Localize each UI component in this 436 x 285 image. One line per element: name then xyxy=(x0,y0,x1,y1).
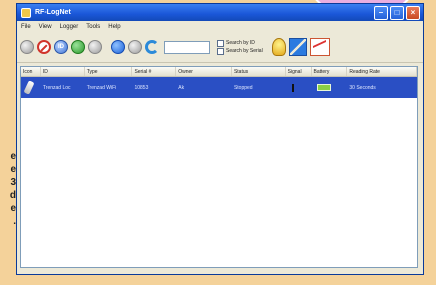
battery-icon xyxy=(316,84,331,91)
caption-char: e xyxy=(10,151,16,162)
menu-bar: File View Logger Tools Help xyxy=(17,21,423,32)
maximize-button[interactable]: □ xyxy=(390,6,404,20)
menu-view[interactable]: View xyxy=(39,24,52,30)
refresh-icon[interactable] xyxy=(145,40,159,54)
search-by-id-label: Search by ID xyxy=(226,40,255,46)
search-input[interactable] xyxy=(164,40,210,54)
col-status[interactable]: Status xyxy=(232,67,286,76)
col-serial[interactable]: Serial # xyxy=(132,67,177,76)
logger-pen-icon xyxy=(23,81,35,94)
checkbox-box[interactable] xyxy=(217,39,224,47)
transfer-arrows-icon[interactable] xyxy=(288,38,307,56)
menu-logger[interactable]: Logger xyxy=(60,24,79,30)
table-header: Icon ID Type Serial # Owner Status Signa… xyxy=(21,67,417,77)
search-by-serial-checkbox[interactable]: Search by Serial xyxy=(217,47,263,55)
start-icon[interactable] xyxy=(20,40,34,54)
toolbar: ID Search by ID Search by Serial xyxy=(17,32,423,63)
stop-icon[interactable] xyxy=(37,40,51,54)
pause-icon[interactable] xyxy=(128,40,142,54)
row-icon-cell xyxy=(21,81,41,94)
col-owner[interactable]: Owner xyxy=(176,67,232,76)
menu-file[interactable]: File xyxy=(21,24,31,30)
caption-char: . xyxy=(13,216,16,227)
app-icon xyxy=(21,7,31,18)
chart-icon[interactable] xyxy=(309,38,330,56)
caption-char: e xyxy=(10,203,16,214)
bulb-icon[interactable] xyxy=(271,38,286,56)
search-by-id-checkbox[interactable]: Search by ID xyxy=(217,39,263,47)
col-type[interactable]: Type xyxy=(85,67,133,76)
gray-status-icon[interactable] xyxy=(88,40,102,54)
menu-tools[interactable]: Tools xyxy=(86,24,100,30)
cell-battery xyxy=(312,84,348,91)
id-icon[interactable]: ID xyxy=(54,40,68,54)
menu-help[interactable]: Help xyxy=(108,24,120,30)
caption-char: 3 xyxy=(10,177,16,188)
close-button[interactable]: × xyxy=(406,6,420,20)
minimize-button[interactable]: – xyxy=(374,6,388,20)
col-battery[interactable]: Battery xyxy=(312,67,348,76)
cell-serial: 10853 xyxy=(134,84,149,91)
cell-type: Trenzad WiFi xyxy=(86,84,117,91)
logger-table: Icon ID Type Serial # Owner Status Signa… xyxy=(20,66,418,268)
col-id[interactable]: ID xyxy=(41,67,85,76)
col-icon[interactable]: Icon xyxy=(21,67,41,76)
caption-char: e xyxy=(10,164,16,175)
app-window: RF-LogNet – □ × File View Logger Tools H… xyxy=(16,3,424,275)
title-bar[interactable]: RF-LogNet – □ × xyxy=(17,4,423,21)
cell-status: Stopped xyxy=(233,84,253,91)
cell-reading-rate: 30 Seconds xyxy=(349,84,376,91)
green-status-icon[interactable] xyxy=(71,40,85,54)
checkbox-box[interactable] xyxy=(217,47,224,55)
col-reading-rate[interactable]: Reading Rate xyxy=(347,67,417,76)
caption-char: d xyxy=(9,190,16,201)
search-by-serial-label: Search by Serial xyxy=(226,48,263,54)
cropped-caption-text: e e 3 d e . xyxy=(0,150,16,270)
cell-owner: Ak xyxy=(178,84,185,91)
col-signal[interactable]: Signal xyxy=(286,67,312,76)
table-row[interactable]: Trenzad Loc Trenzad WiFi 10853 Ak Stoppe… xyxy=(21,77,417,98)
cell-signal xyxy=(286,83,312,92)
cell-id: Trenzad Loc xyxy=(42,84,71,91)
signal-icon xyxy=(291,83,294,92)
window-title: RF-LogNet xyxy=(35,9,71,16)
info-icon[interactable] xyxy=(111,40,125,54)
